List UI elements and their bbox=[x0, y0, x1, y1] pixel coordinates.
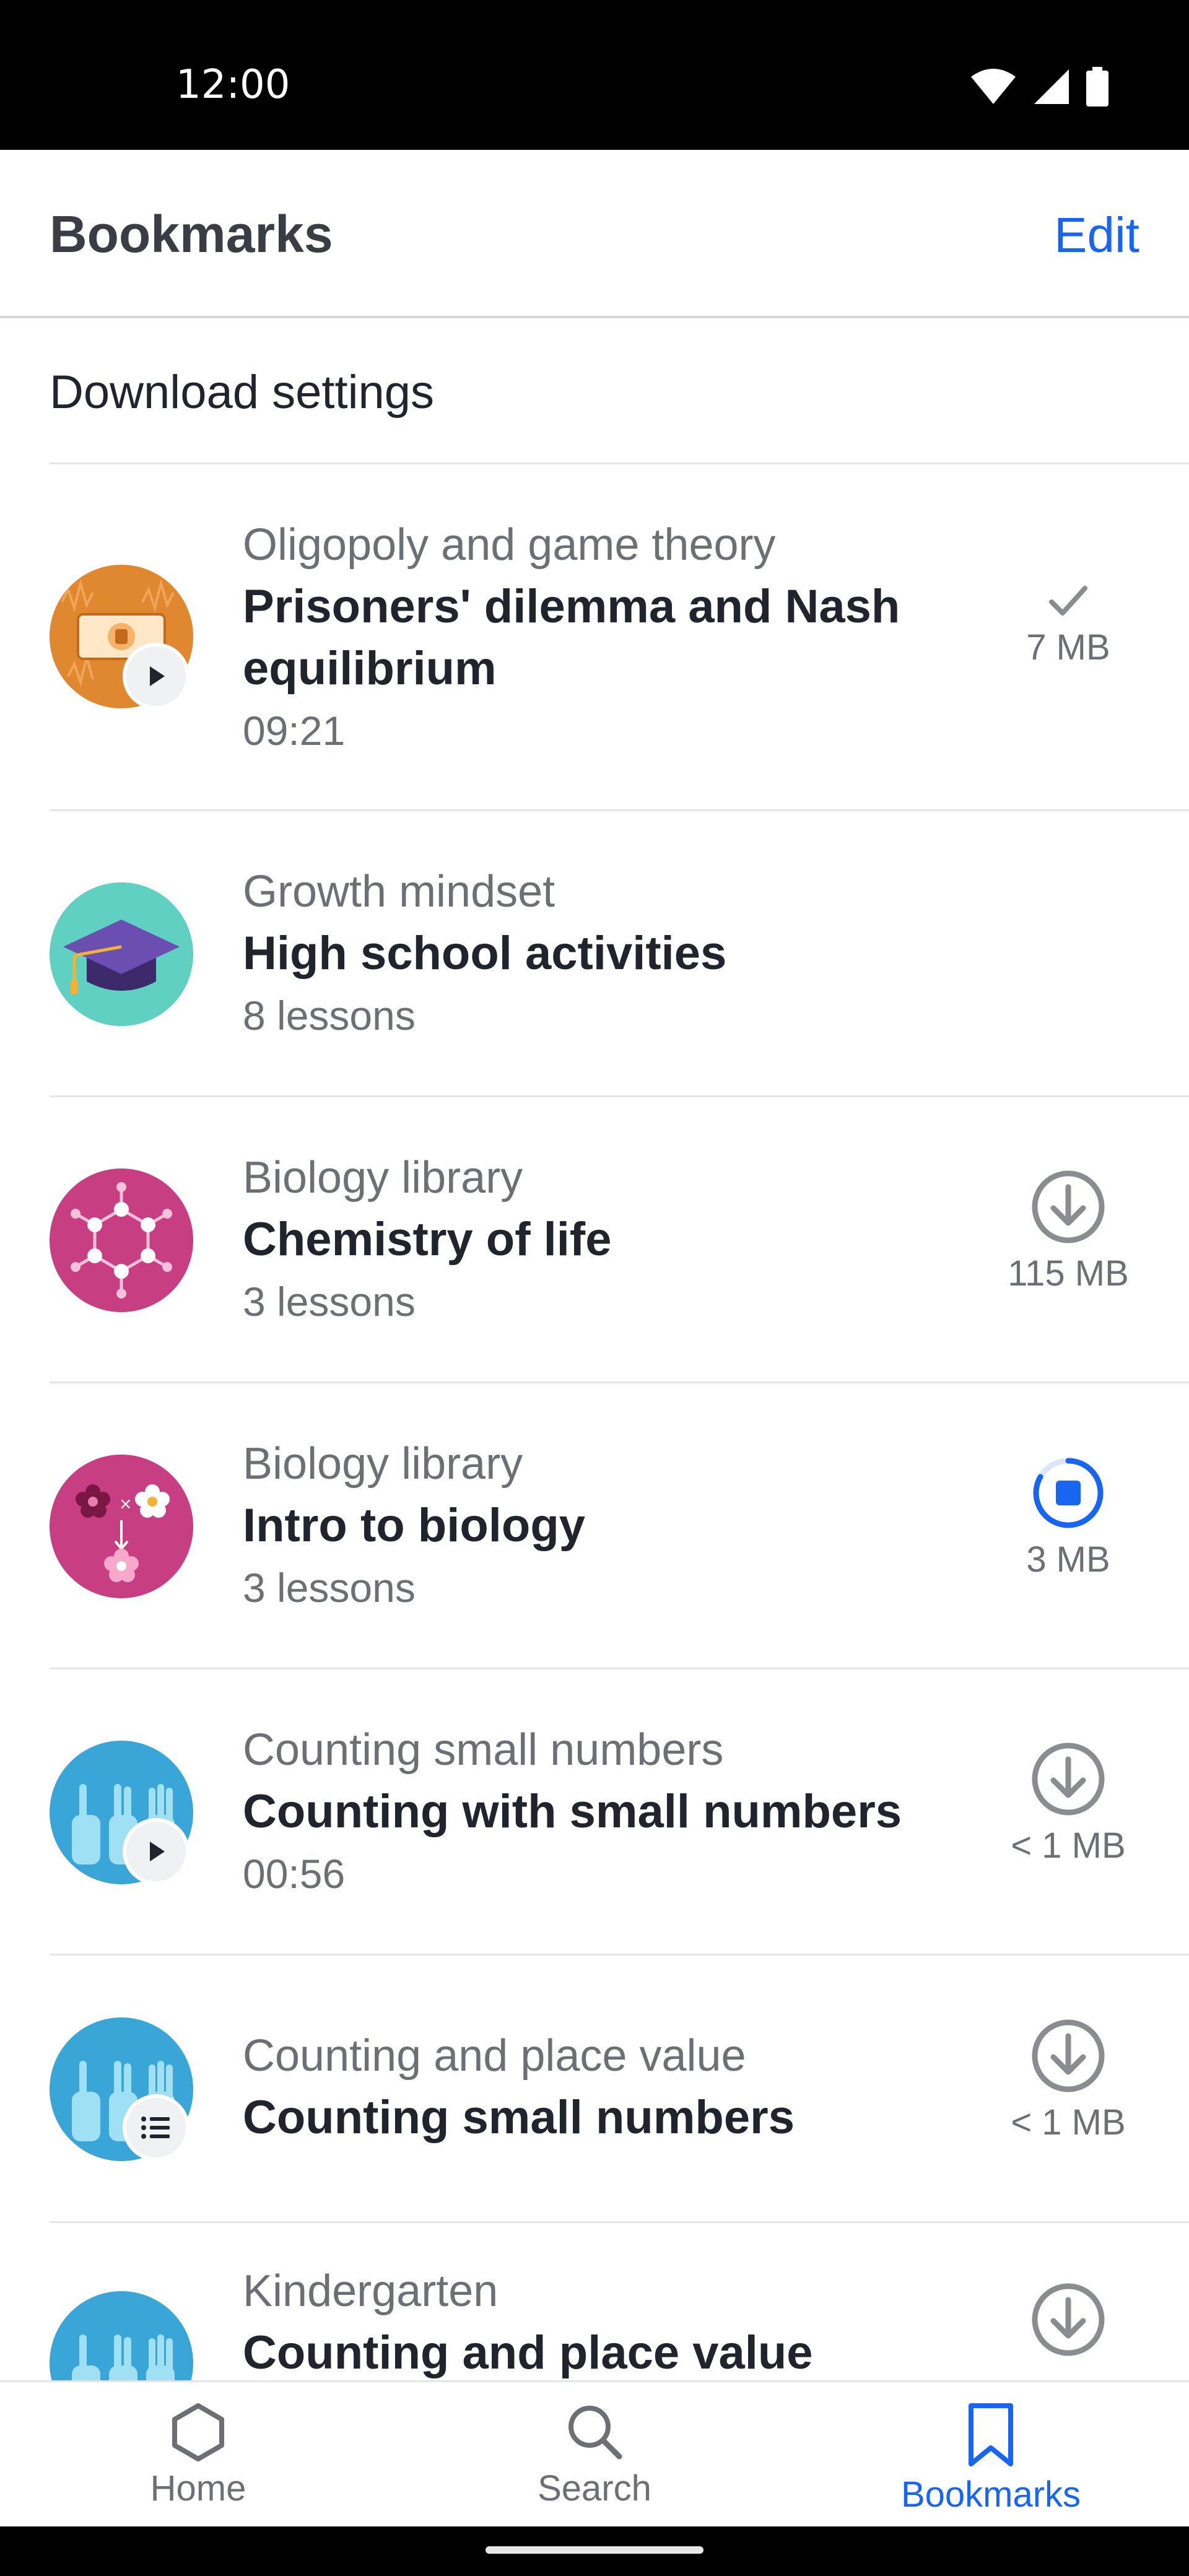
wifi-icon bbox=[971, 69, 1016, 104]
battery-icon bbox=[1086, 67, 1108, 107]
status-time: 12:00 bbox=[176, 62, 290, 108]
list-icon bbox=[141, 2117, 170, 2139]
item-meta: 3 lessons bbox=[243, 1279, 416, 1325]
download-icon bbox=[1032, 1743, 1105, 1816]
item-title: Intro to biology bbox=[243, 1499, 586, 1552]
item-title: Chemistry of life bbox=[243, 1213, 612, 1266]
flowers-illustration-icon: × bbox=[50, 1455, 193, 1598]
nav-bookmarks[interactable]: Bookmarks bbox=[793, 2382, 1189, 2526]
download-status[interactable]: 7 MB bbox=[966, 582, 1170, 668]
signal-icon bbox=[1034, 69, 1069, 104]
bookmark-list[interactable]: Oligopoly and game theory Prisoners' dil… bbox=[0, 464, 1189, 2380]
download-size: 7 MB bbox=[1026, 627, 1110, 668]
bookmark-icon bbox=[969, 2403, 1013, 2466]
nav-search-label: Search bbox=[538, 2468, 651, 2509]
download-button[interactable]: 115 MB bbox=[966, 1168, 1170, 1294]
video-badge bbox=[123, 643, 189, 710]
item-title: Counting and place value bbox=[243, 2326, 813, 2379]
unit-badge bbox=[123, 2094, 189, 2161]
page-title: Bookmarks bbox=[50, 205, 333, 263]
item-meta: 8 lessons bbox=[243, 993, 416, 1038]
app-bar: Bookmarks Edit bbox=[0, 150, 1189, 318]
item-parent-topic: Kindergarten bbox=[243, 2266, 499, 2316]
home-gesture-handle[interactable] bbox=[486, 2546, 703, 2554]
search-icon bbox=[568, 2406, 622, 2460]
item-meta: 00:56 bbox=[243, 1851, 346, 1897]
stop-download-icon bbox=[1033, 1458, 1104, 1528]
download-size: < 1 MB bbox=[1011, 2102, 1126, 2143]
item-title: Prisoners' dilemma and Nash equilibrium bbox=[243, 580, 900, 695]
list-item[interactable]: Biology library Chemistry of life 3 less… bbox=[0, 1097, 1189, 1383]
item-parent-topic: Oligopoly and game theory bbox=[243, 520, 776, 570]
list-item[interactable]: × Biology library Intro to biology 3 les… bbox=[0, 1383, 1189, 1669]
item-thumbnail bbox=[50, 1168, 193, 1312]
download-size: 3 MB bbox=[1026, 1539, 1110, 1580]
item-meta: 09:21 bbox=[243, 708, 346, 754]
nav-home[interactable]: Home bbox=[0, 2382, 396, 2526]
item-title: Counting small numbers bbox=[243, 2091, 795, 2144]
download-size: < 1 MB bbox=[1011, 1825, 1126, 1866]
list-item[interactable]: Oligopoly and game theory Prisoners' dil… bbox=[0, 464, 1189, 811]
bottom-navigation: Home Search Bookmarks bbox=[0, 2380, 1189, 2526]
nav-search[interactable]: Search bbox=[396, 2382, 793, 2526]
hexagon-icon bbox=[172, 2403, 224, 2461]
molecule-icon bbox=[50, 1168, 193, 1312]
item-texts: Oligopoly and game theory Prisoners' dil… bbox=[243, 514, 966, 762]
counting-hands-icon bbox=[50, 2291, 193, 2380]
play-icon bbox=[150, 666, 165, 686]
item-parent-topic: Biology library bbox=[243, 1439, 523, 1489]
item-thumbnail: × bbox=[50, 1455, 193, 1598]
list-item[interactable]: Counting small numbers Counting with sma… bbox=[0, 1669, 1189, 1956]
item-texts: Growth mindset High school activities 8 … bbox=[243, 861, 966, 1046]
download-button[interactable]: < 1 MB bbox=[966, 2017, 1170, 2143]
item-title: Counting with small numbers bbox=[243, 1785, 902, 1838]
item-meta: 3 lessons bbox=[243, 1565, 416, 1611]
download-settings-row[interactable]: Download settings bbox=[0, 318, 1189, 464]
nav-home-label: Home bbox=[150, 2468, 246, 2509]
play-icon bbox=[150, 1842, 165, 1861]
item-thumbnail bbox=[50, 882, 193, 1026]
item-parent-topic: Biology library bbox=[243, 1153, 523, 1203]
item-thumbnail bbox=[50, 2291, 193, 2380]
video-badge bbox=[123, 1818, 189, 1885]
status-bar: 12:00 bbox=[0, 0, 1189, 150]
item-parent-topic: Counting small numbers bbox=[243, 1725, 724, 1775]
download-icon bbox=[1032, 1170, 1105, 1243]
item-texts: Counting small numbers Counting with sma… bbox=[243, 1719, 966, 1905]
list-item[interactable]: Growth mindset High school activities 8 … bbox=[0, 811, 1189, 1097]
download-size: 115 MB bbox=[1008, 1253, 1129, 1294]
download-icon bbox=[1032, 2019, 1105, 2092]
item-title: High school activities bbox=[243, 927, 727, 980]
item-texts: Counting and place value Counting small … bbox=[243, 2025, 966, 2149]
nav-bookmarks-label: Bookmarks bbox=[900, 2474, 1081, 2515]
edit-button[interactable]: Edit bbox=[1054, 207, 1139, 264]
download-icon bbox=[1032, 2283, 1105, 2356]
list-item[interactable]: Counting and place value Counting small … bbox=[0, 1956, 1189, 2223]
item-parent-topic: Growth mindset bbox=[243, 867, 555, 916]
status-icons bbox=[970, 67, 1108, 107]
graduation-cap-icon bbox=[50, 882, 193, 1026]
stop-download-button[interactable]: 3 MB bbox=[966, 1455, 1170, 1580]
item-texts: Kindergarten Counting and place value bbox=[243, 2260, 966, 2380]
download-settings-label: Download settings bbox=[50, 366, 435, 419]
svg-text:×: × bbox=[119, 1495, 133, 1513]
download-button[interactable]: < 1 MB bbox=[966, 1741, 1170, 1866]
check-icon bbox=[1049, 586, 1087, 616]
item-parent-topic: Counting and place value bbox=[243, 2031, 746, 2081]
item-texts: Biology library Chemistry of life 3 less… bbox=[243, 1147, 966, 1333]
download-button[interactable] bbox=[966, 2281, 1170, 2358]
item-texts: Biology library Intro to biology 3 lesso… bbox=[243, 1433, 966, 1619]
list-item[interactable]: Kindergarten Counting and place value bbox=[0, 2223, 1189, 2380]
system-gesture-bar bbox=[0, 2526, 1189, 2576]
